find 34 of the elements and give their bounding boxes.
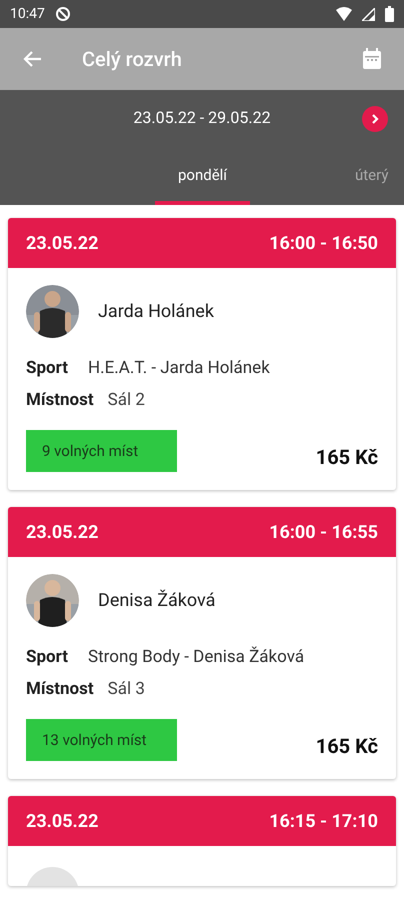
- week-range: 23.05.22 - 29.05.22: [133, 107, 271, 129]
- sport-name: Strong Body - Denisa Žáková: [88, 646, 304, 669]
- room-name: Sál 2: [108, 388, 145, 412]
- back-arrow-icon[interactable]: [22, 50, 42, 68]
- sport-name: H.E.A.T. - Jarda Holánek: [88, 357, 270, 380]
- session-date: 23.05.22: [26, 232, 98, 256]
- price: 165 Kč: [316, 444, 378, 471]
- free-spots-badge: 13 volných míst: [26, 719, 177, 761]
- session-card[interactable]: 23.05.22 16:00 - 16:55 Denisa Žáková Sport Strong Body - Denisa Žáková Místnost Sál 3 13 volných míst 165 Kč: [8, 507, 396, 779]
- field-label: Sport: [26, 646, 68, 669]
- trainer-name: Denisa Žáková: [98, 588, 216, 613]
- session-time: 16:00 - 16:55: [269, 520, 378, 544]
- room-name: Sál 3: [108, 678, 145, 700]
- battery-icon: [385, 6, 394, 22]
- screen-title: Celý rozvrh: [82, 46, 182, 73]
- status-time: 10:47: [10, 4, 45, 24]
- session-date: 23.05.22: [26, 520, 98, 544]
- field-label: Místnost: [26, 388, 94, 412]
- next-week-button[interactable]: [362, 106, 388, 132]
- chevron-right-icon: [370, 113, 380, 125]
- session-card[interactable]: 23.05.22 16:00 - 16:50 Jarda Holánek Sport H.E.A.T. - Jarda Holánek Místnost Sál 2 9 volných míst 165 Kč: [8, 218, 396, 490]
- price: 165 Kč: [316, 733, 378, 760]
- session-date: 23.05.22: [26, 810, 98, 834]
- signal-icon: [362, 8, 375, 20]
- wifi-icon: [336, 7, 352, 21]
- session-time: 16:00 - 16:50: [269, 232, 378, 256]
- session-card[interactable]: 23.05.22 16:15 - 17:10: [8, 796, 396, 886]
- sync-off-icon: [54, 6, 71, 22]
- trainer-name: Jarda Holánek: [98, 300, 214, 324]
- session-time: 16:15 - 17:10: [269, 810, 378, 834]
- free-spots-badge: 9 volných míst: [26, 430, 177, 472]
- calendar-icon[interactable]: [362, 48, 382, 70]
- field-label: Místnost: [26, 678, 94, 700]
- field-label: Sport: [26, 357, 68, 380]
